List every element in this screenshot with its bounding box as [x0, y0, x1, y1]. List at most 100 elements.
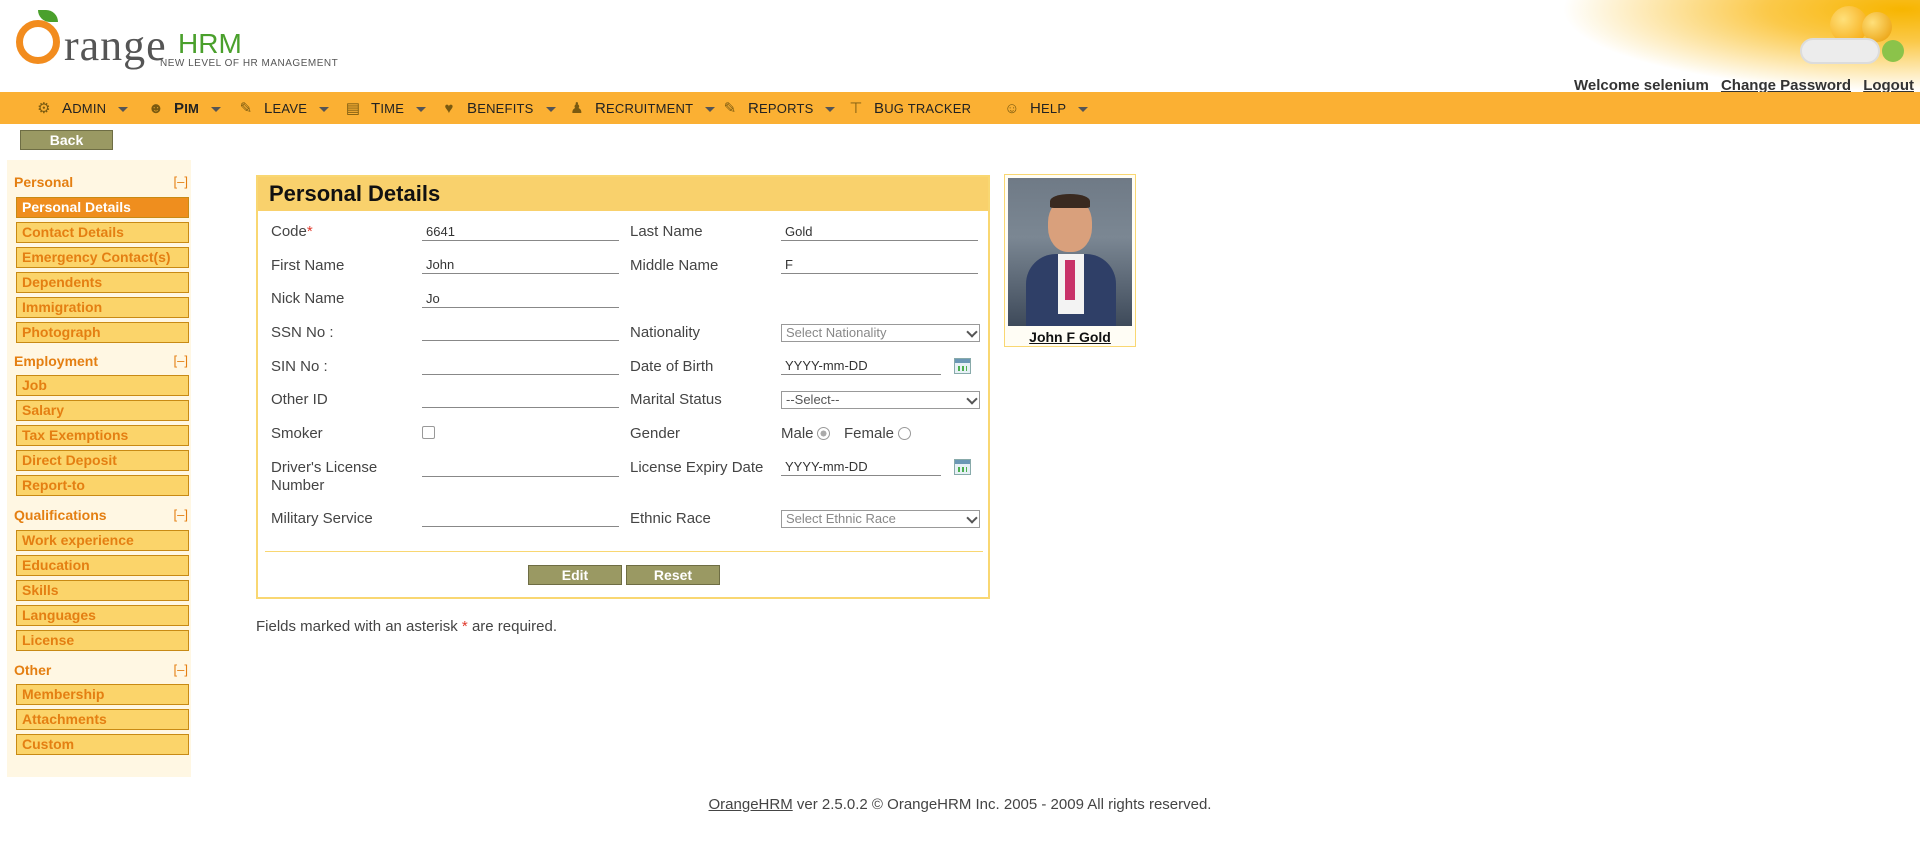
bug-tracker-icon: ⊤	[849, 100, 863, 117]
ssn-input[interactable]	[422, 323, 619, 341]
ethnic-race-select[interactable]: Select Ethnic Race	[781, 510, 980, 528]
license-expiry-label: License Expiry Date	[630, 459, 764, 476]
last-name-input[interactable]	[781, 223, 978, 241]
main-menu: ⚙ Admin ☻ PIM ✎ Leave ▤ Time ♥ Benefits …	[0, 92, 1920, 124]
ethnic-race-label: Ethnic Race	[630, 510, 711, 527]
smoker-checkbox[interactable]	[422, 426, 435, 439]
middle-name-input[interactable]	[781, 256, 978, 274]
employee-photo-card: John F Gold	[1004, 174, 1136, 347]
calendar-icon[interactable]	[954, 459, 971, 475]
divider	[265, 551, 983, 552]
nav-section-qualifications: Qualifications [–]	[14, 507, 188, 523]
nav-section-employment: Employment [–]	[14, 353, 188, 369]
sin-input[interactable]	[422, 357, 619, 375]
marital-status-label: Marital Status	[630, 391, 722, 408]
nav-education[interactable]: Education	[16, 555, 189, 576]
collapse-toggle[interactable]: [–]	[174, 353, 188, 368]
logo-hrm: HRM	[178, 28, 242, 59]
smoker-label: Smoker	[271, 425, 323, 442]
nav-report-to[interactable]: Report-to	[16, 475, 189, 496]
nav-immigration[interactable]: Immigration	[16, 297, 189, 318]
nav-tax-exemptions[interactable]: Tax Exemptions	[16, 425, 189, 446]
employee-name-link[interactable]: John F Gold	[1005, 329, 1135, 345]
chevron-down-icon	[118, 107, 129, 112]
sin-label: SIN No :	[271, 358, 328, 375]
nav-salary[interactable]: Salary	[16, 400, 189, 421]
orangehrm-logo[interactable]: range HRM NEW LEVEL OF HR MANAGEMENT	[16, 6, 346, 76]
nav-emergency-contacts[interactable]: Emergency Contact(s)	[16, 247, 189, 268]
nav-personal-details[interactable]: Personal Details	[16, 197, 189, 218]
code-input[interactable]	[422, 223, 619, 241]
chevron-down-icon	[966, 512, 978, 524]
nav-work-experience[interactable]: Work experience	[16, 530, 189, 551]
reports-icon: ✎	[723, 100, 737, 117]
chevron-down-icon	[966, 393, 978, 405]
dob-input[interactable]	[781, 357, 941, 375]
male-radio[interactable]	[817, 427, 830, 440]
copyright-text: ver 2.5.0.2 © OrangeHRM Inc. 2005 - 2009…	[796, 796, 1212, 813]
military-service-label: Military Service	[271, 510, 373, 527]
nick-name-input[interactable]	[422, 290, 619, 308]
nationality-label: Nationality	[630, 324, 701, 341]
menu-bug-tracker[interactable]: ⊤ Bug Tracker	[846, 92, 971, 124]
nav-license[interactable]: License	[16, 630, 189, 651]
other-id-input[interactable]	[422, 390, 619, 408]
footer: OrangeHRM ver 2.5.0.2 © OrangeHRM Inc. 2…	[0, 796, 1920, 813]
menu-leave[interactable]: ✎ Leave	[236, 92, 330, 124]
menu-benefits[interactable]: ♥ Benefits	[439, 92, 556, 124]
calendar-icon[interactable]	[954, 358, 971, 374]
menu-time[interactable]: ▤ Time	[343, 92, 427, 124]
logo-tagline: NEW LEVEL OF HR MANAGEMENT	[160, 58, 339, 69]
nav-membership[interactable]: Membership	[16, 684, 189, 705]
collapse-toggle[interactable]: [–]	[174, 507, 188, 522]
nav-section-personal: Personal [–]	[14, 174, 188, 190]
license-expiry-input[interactable]	[781, 458, 941, 476]
collapse-toggle[interactable]: [–]	[174, 174, 188, 189]
first-name-input[interactable]	[422, 256, 619, 274]
military-service-input[interactable]	[422, 509, 619, 527]
nav-section-other: Other [–]	[14, 662, 188, 678]
menu-help[interactable]: ☺ Help	[1002, 92, 1089, 124]
nav-photograph[interactable]: Photograph	[16, 322, 189, 343]
orangehrm-link[interactable]: OrangeHRM	[709, 796, 793, 813]
employee-photo[interactable]	[1008, 178, 1132, 326]
female-radio[interactable]	[898, 427, 911, 440]
logo-word: range	[64, 21, 167, 70]
nav-languages[interactable]: Languages	[16, 605, 189, 626]
nav-skills[interactable]: Skills	[16, 580, 189, 601]
time-icon: ▤	[345, 100, 361, 117]
drivers-license-input[interactable]	[422, 459, 619, 477]
required-fields-note: Fields marked with an asterisk * are req…	[256, 618, 557, 635]
benefits-icon: ♥	[444, 99, 454, 117]
employee-sidebar: Personal [–] Personal Details Contact De…	[7, 160, 191, 777]
menu-reports[interactable]: ✎ Reports	[720, 92, 836, 124]
menu-pim[interactable]: ☻ PIM	[146, 92, 222, 124]
nav-contact-details[interactable]: Contact Details	[16, 222, 189, 243]
ssn-label: SSN No :	[271, 324, 334, 341]
middle-name-label: Middle Name	[630, 257, 719, 274]
menu-admin[interactable]: ⚙ Admin	[34, 92, 129, 124]
dob-label: Date of Birth	[630, 358, 714, 375]
reset-button[interactable]: Reset	[626, 565, 720, 585]
orange-logo-icon	[16, 20, 60, 64]
nav-dependents[interactable]: Dependents	[16, 272, 189, 293]
nav-job[interactable]: Job	[16, 375, 189, 396]
nationality-select[interactable]: Select Nationality	[781, 324, 980, 342]
male-label: Male	[781, 425, 814, 442]
drivers-license-label: Driver's License Number	[271, 459, 378, 494]
nav-attachments[interactable]: Attachments	[16, 709, 189, 730]
marital-status-select[interactable]: --Select--	[781, 391, 980, 409]
collapse-toggle[interactable]: [–]	[174, 662, 188, 677]
edit-button[interactable]: Edit	[528, 565, 622, 585]
nav-direct-deposit[interactable]: Direct Deposit	[16, 450, 189, 471]
chevron-down-icon	[545, 107, 556, 112]
nav-custom[interactable]: Custom	[16, 734, 189, 755]
panel-title: Personal Details	[258, 177, 988, 211]
menu-recruitment[interactable]: ♟ Recruitment	[567, 92, 716, 124]
chevron-down-icon	[1078, 107, 1089, 112]
back-button[interactable]: Back	[20, 130, 113, 150]
nick-name-label: Nick Name	[271, 290, 345, 307]
required-mark: *	[306, 223, 313, 240]
page-header: range HRM NEW LEVEL OF HR MANAGEMENT Wel…	[0, 0, 1920, 94]
chevron-down-icon	[705, 107, 716, 112]
